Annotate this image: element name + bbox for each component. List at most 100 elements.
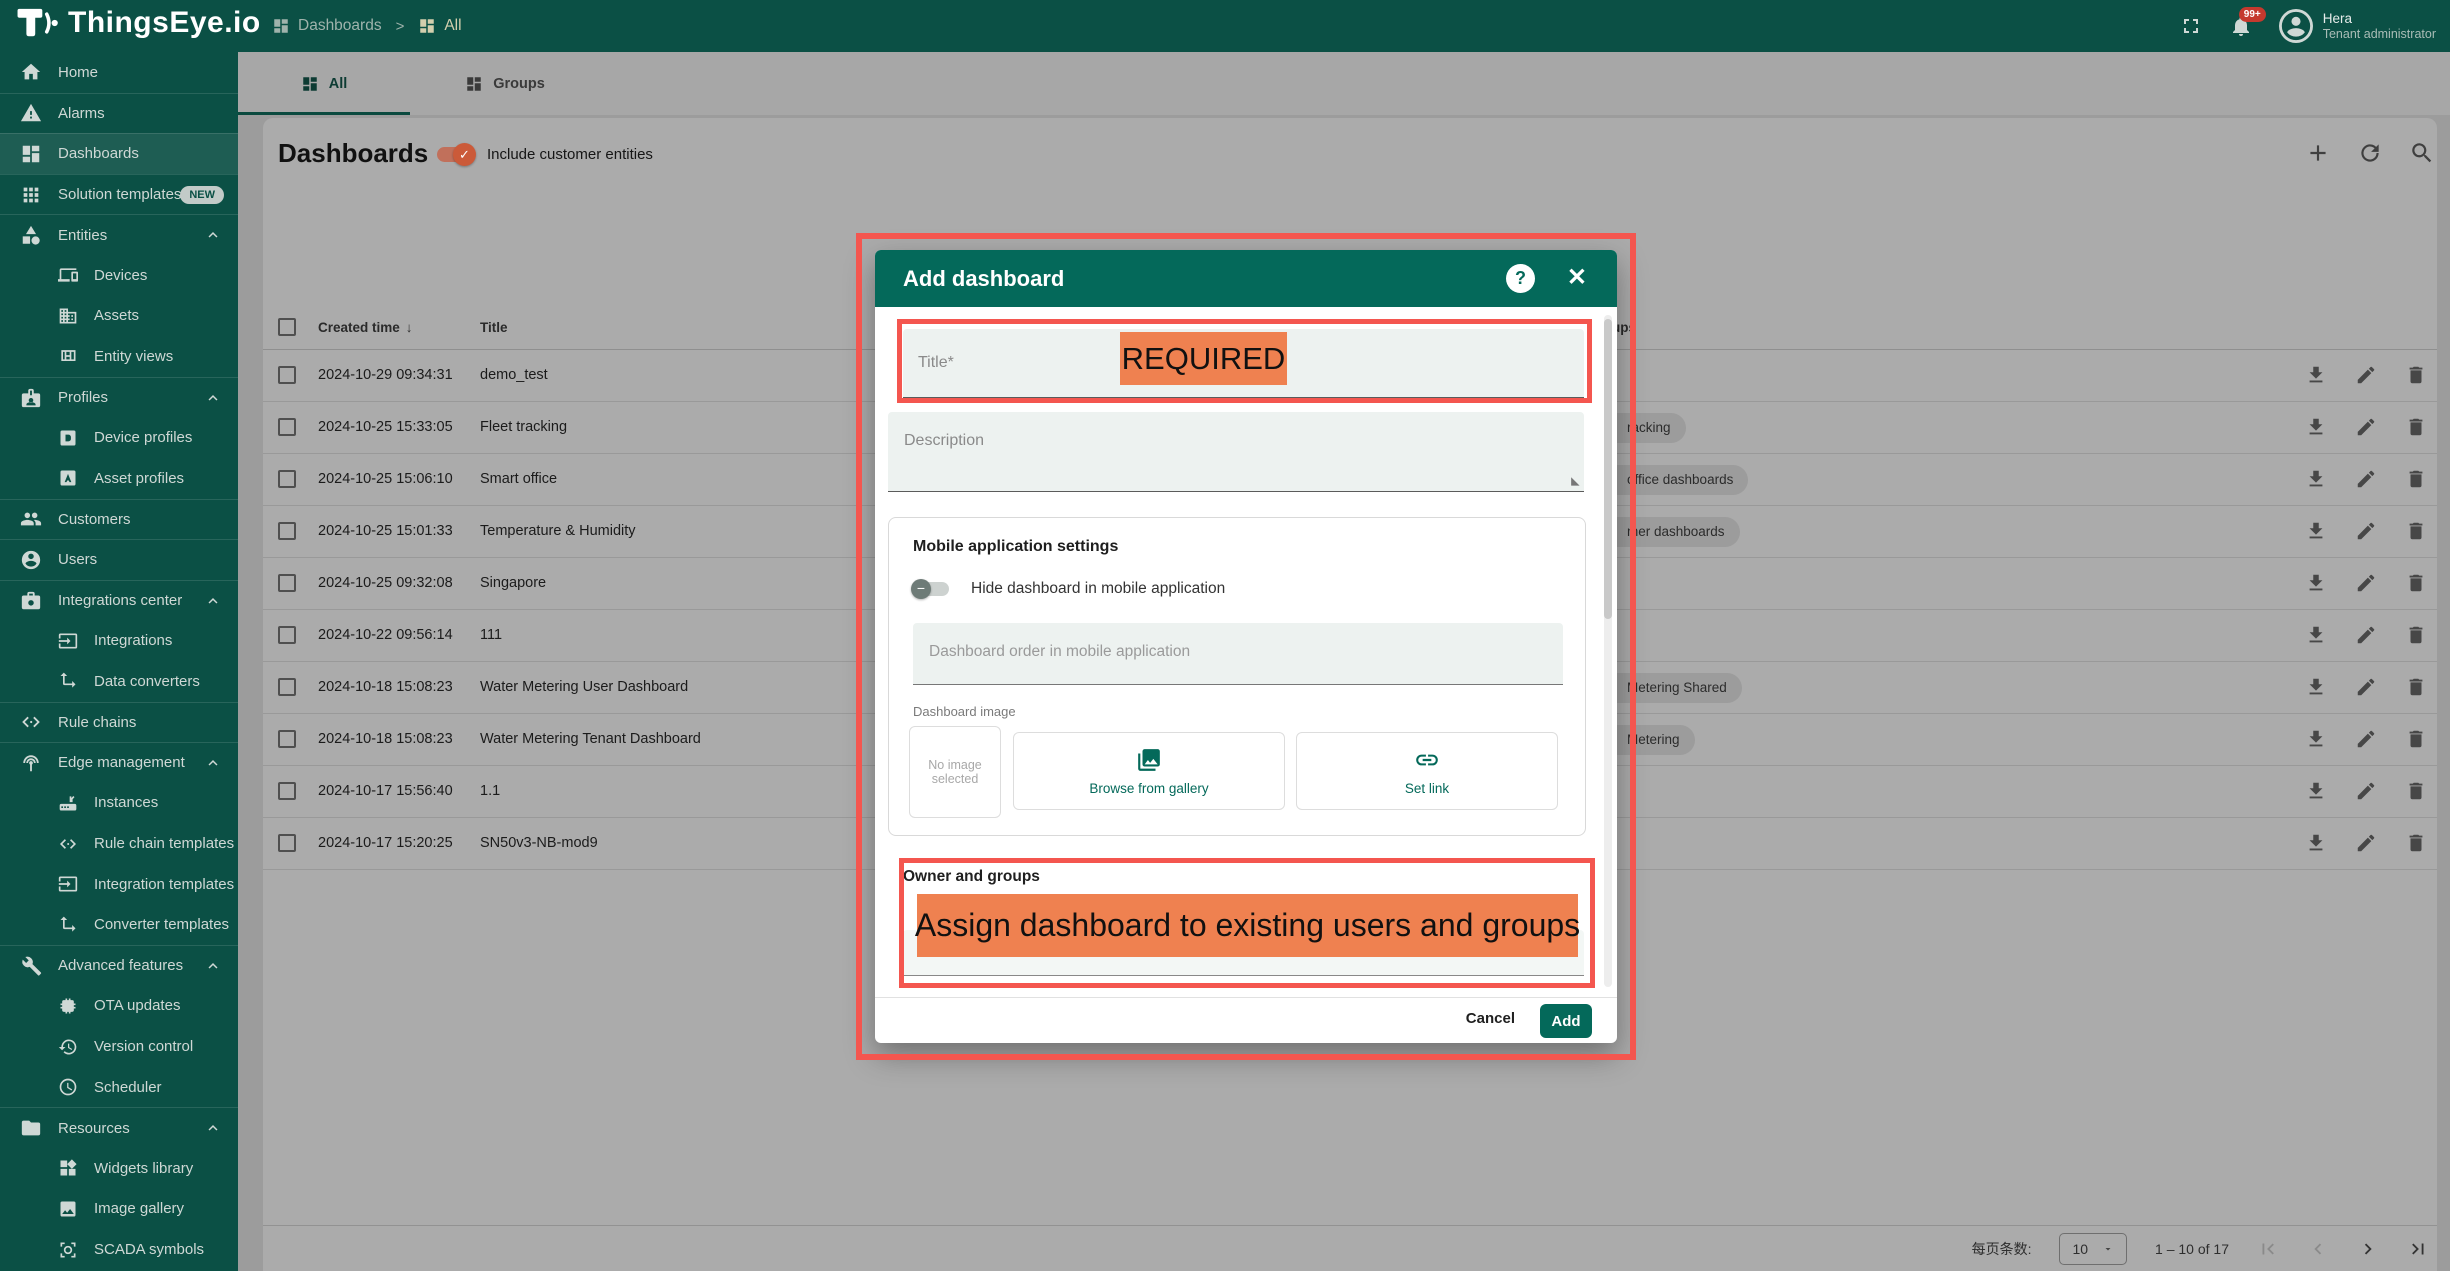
- include-customer-entities-toggle[interactable]: ✓ Include customer entities: [437, 146, 653, 163]
- download-icon[interactable]: [2305, 832, 2327, 854]
- row-checkbox[interactable]: [278, 678, 296, 696]
- breadcrumb-all[interactable]: All: [418, 17, 461, 35]
- row-checkbox[interactable]: [278, 574, 296, 592]
- sidebar-item-resources[interactable]: Resources: [0, 1107, 238, 1148]
- sidebar-item-devices[interactable]: Devices: [0, 255, 238, 296]
- sidebar-item-device-profiles[interactable]: Device profiles: [0, 417, 238, 458]
- row-checkbox[interactable]: [278, 522, 296, 540]
- delete-icon[interactable]: [2405, 416, 2427, 438]
- row-checkbox[interactable]: [278, 730, 296, 748]
- row-checkbox[interactable]: [278, 418, 296, 436]
- scrollbar-thumb[interactable]: [1604, 319, 1612, 619]
- chevron-up-icon[interactable]: [204, 1119, 222, 1137]
- delete-icon[interactable]: [2405, 572, 2427, 594]
- sidebar-item-version-control[interactable]: Version control: [0, 1026, 238, 1067]
- chevron-up-icon[interactable]: [204, 226, 222, 244]
- sidebar-item-asset-profiles[interactable]: Asset profiles: [0, 458, 238, 499]
- title-field[interactable]: Title*: [903, 329, 1584, 398]
- sidebar-item-integrations-center[interactable]: Integrations center: [0, 580, 238, 621]
- tab-groups[interactable]: Groups: [410, 52, 600, 115]
- sidebar-item-widgets-library[interactable]: Widgets library: [0, 1148, 238, 1189]
- sidebar-item-ota-updates[interactable]: OTA updates: [0, 986, 238, 1027]
- app-logo[interactable]: ThingsEye.io: [14, 6, 261, 40]
- download-icon[interactable]: [2305, 468, 2327, 490]
- download-icon[interactable]: [2305, 364, 2327, 386]
- sidebar-item-rule-chains[interactable]: Rule chains: [0, 702, 238, 743]
- add-icon[interactable]: [2305, 140, 2331, 166]
- sidebar-item-data-converters[interactable]: Data converters: [0, 661, 238, 702]
- delete-icon[interactable]: [2405, 624, 2427, 646]
- cancel-button[interactable]: Cancel: [1466, 1010, 1515, 1027]
- notifications-icon[interactable]: 99+: [2229, 14, 2253, 38]
- download-icon[interactable]: [2305, 780, 2327, 802]
- chevron-up-icon[interactable]: [204, 957, 222, 975]
- chevron-up-icon[interactable]: [204, 592, 222, 610]
- tab-all[interactable]: All: [238, 52, 410, 115]
- sidebar-item-home[interactable]: Home: [0, 52, 238, 93]
- add-button[interactable]: Add: [1540, 1004, 1592, 1038]
- user-menu[interactable]: Hera Tenant administrator: [2279, 9, 2436, 43]
- refresh-icon[interactable]: [2357, 140, 2383, 166]
- edit-icon[interactable]: [2355, 780, 2377, 802]
- sidebar-item-edge-management[interactable]: Edge management: [0, 742, 238, 783]
- edit-icon[interactable]: [2355, 416, 2377, 438]
- close-icon[interactable]: ✕: [1567, 263, 1587, 292]
- sidebar-item-customers[interactable]: Customers: [0, 499, 238, 540]
- delete-icon[interactable]: [2405, 520, 2427, 542]
- last-page-icon[interactable]: [2407, 1238, 2429, 1260]
- sidebar-item-entity-views[interactable]: Entity views: [0, 336, 238, 377]
- chevron-up-icon[interactable]: [204, 389, 222, 407]
- delete-icon[interactable]: [2405, 364, 2427, 386]
- sidebar-item-integrations[interactable]: Integrations: [0, 620, 238, 661]
- sidebar-item-integration-templates[interactable]: Integration templates: [0, 864, 238, 905]
- breadcrumb-dashboards[interactable]: Dashboards: [272, 17, 382, 35]
- row-checkbox[interactable]: [278, 782, 296, 800]
- sidebar-item-profiles[interactable]: Profiles: [0, 377, 238, 418]
- edit-icon[interactable]: [2355, 468, 2377, 490]
- prev-page-icon[interactable]: [2307, 1238, 2329, 1260]
- column-created-time[interactable]: Created time ↓: [318, 320, 413, 335]
- dialog-scrollbar[interactable]: [1604, 315, 1612, 987]
- chevron-up-icon[interactable]: [204, 754, 222, 772]
- sidebar-item-rule-chain-templates[interactable]: Rule chain templates: [0, 823, 238, 864]
- row-checkbox[interactable]: [278, 470, 296, 488]
- sidebar-item-entities[interactable]: Entities: [0, 214, 238, 255]
- edit-icon[interactable]: [2355, 676, 2377, 698]
- row-checkbox[interactable]: [278, 834, 296, 852]
- owner-field[interactable]: ThingsEye Production: [903, 930, 1584, 976]
- browse-from-gallery-button[interactable]: Browse from gallery: [1013, 732, 1285, 810]
- edit-icon[interactable]: [2355, 624, 2377, 646]
- per-page-select[interactable]: 10: [2059, 1233, 2127, 1265]
- download-icon[interactable]: [2305, 676, 2327, 698]
- set-link-button[interactable]: Set link: [1296, 732, 1558, 810]
- resize-handle-icon[interactable]: ◢: [1569, 477, 1582, 485]
- sidebar-item-dashboards[interactable]: Dashboards: [0, 133, 238, 174]
- delete-icon[interactable]: [2405, 780, 2427, 802]
- edit-icon[interactable]: [2355, 572, 2377, 594]
- download-icon[interactable]: [2305, 572, 2327, 594]
- sidebar-item-scada-symbols[interactable]: SCADA symbols: [0, 1229, 238, 1270]
- edit-icon[interactable]: [2355, 728, 2377, 750]
- help-icon[interactable]: ?: [1506, 264, 1535, 293]
- fullscreen-icon[interactable]: [2179, 14, 2203, 38]
- delete-icon[interactable]: [2405, 832, 2427, 854]
- sidebar-item-solution-templates[interactable]: Solution templatesNEW: [0, 174, 238, 215]
- row-checkbox[interactable]: [278, 626, 296, 644]
- edit-icon[interactable]: [2355, 520, 2377, 542]
- sidebar-item-assets[interactable]: Assets: [0, 296, 238, 337]
- select-all-checkbox[interactable]: [278, 318, 296, 336]
- hide-dashboard-toggle[interactable]: − Hide dashboard in mobile application: [913, 580, 1225, 598]
- sidebar-item-alarms[interactable]: Alarms: [0, 93, 238, 134]
- delete-icon[interactable]: [2405, 728, 2427, 750]
- sidebar-item-converter-templates[interactable]: Converter templates: [0, 904, 238, 945]
- sidebar-item-users[interactable]: Users: [0, 539, 238, 580]
- edit-icon[interactable]: [2355, 364, 2377, 386]
- sidebar-item-advanced-features[interactable]: Advanced features: [0, 945, 238, 986]
- download-icon[interactable]: [2305, 520, 2327, 542]
- description-field[interactable]: Description ◢: [888, 412, 1584, 492]
- delete-icon[interactable]: [2405, 676, 2427, 698]
- download-icon[interactable]: [2305, 728, 2327, 750]
- row-checkbox[interactable]: [278, 366, 296, 384]
- first-page-icon[interactable]: [2257, 1238, 2279, 1260]
- edit-icon[interactable]: [2355, 832, 2377, 854]
